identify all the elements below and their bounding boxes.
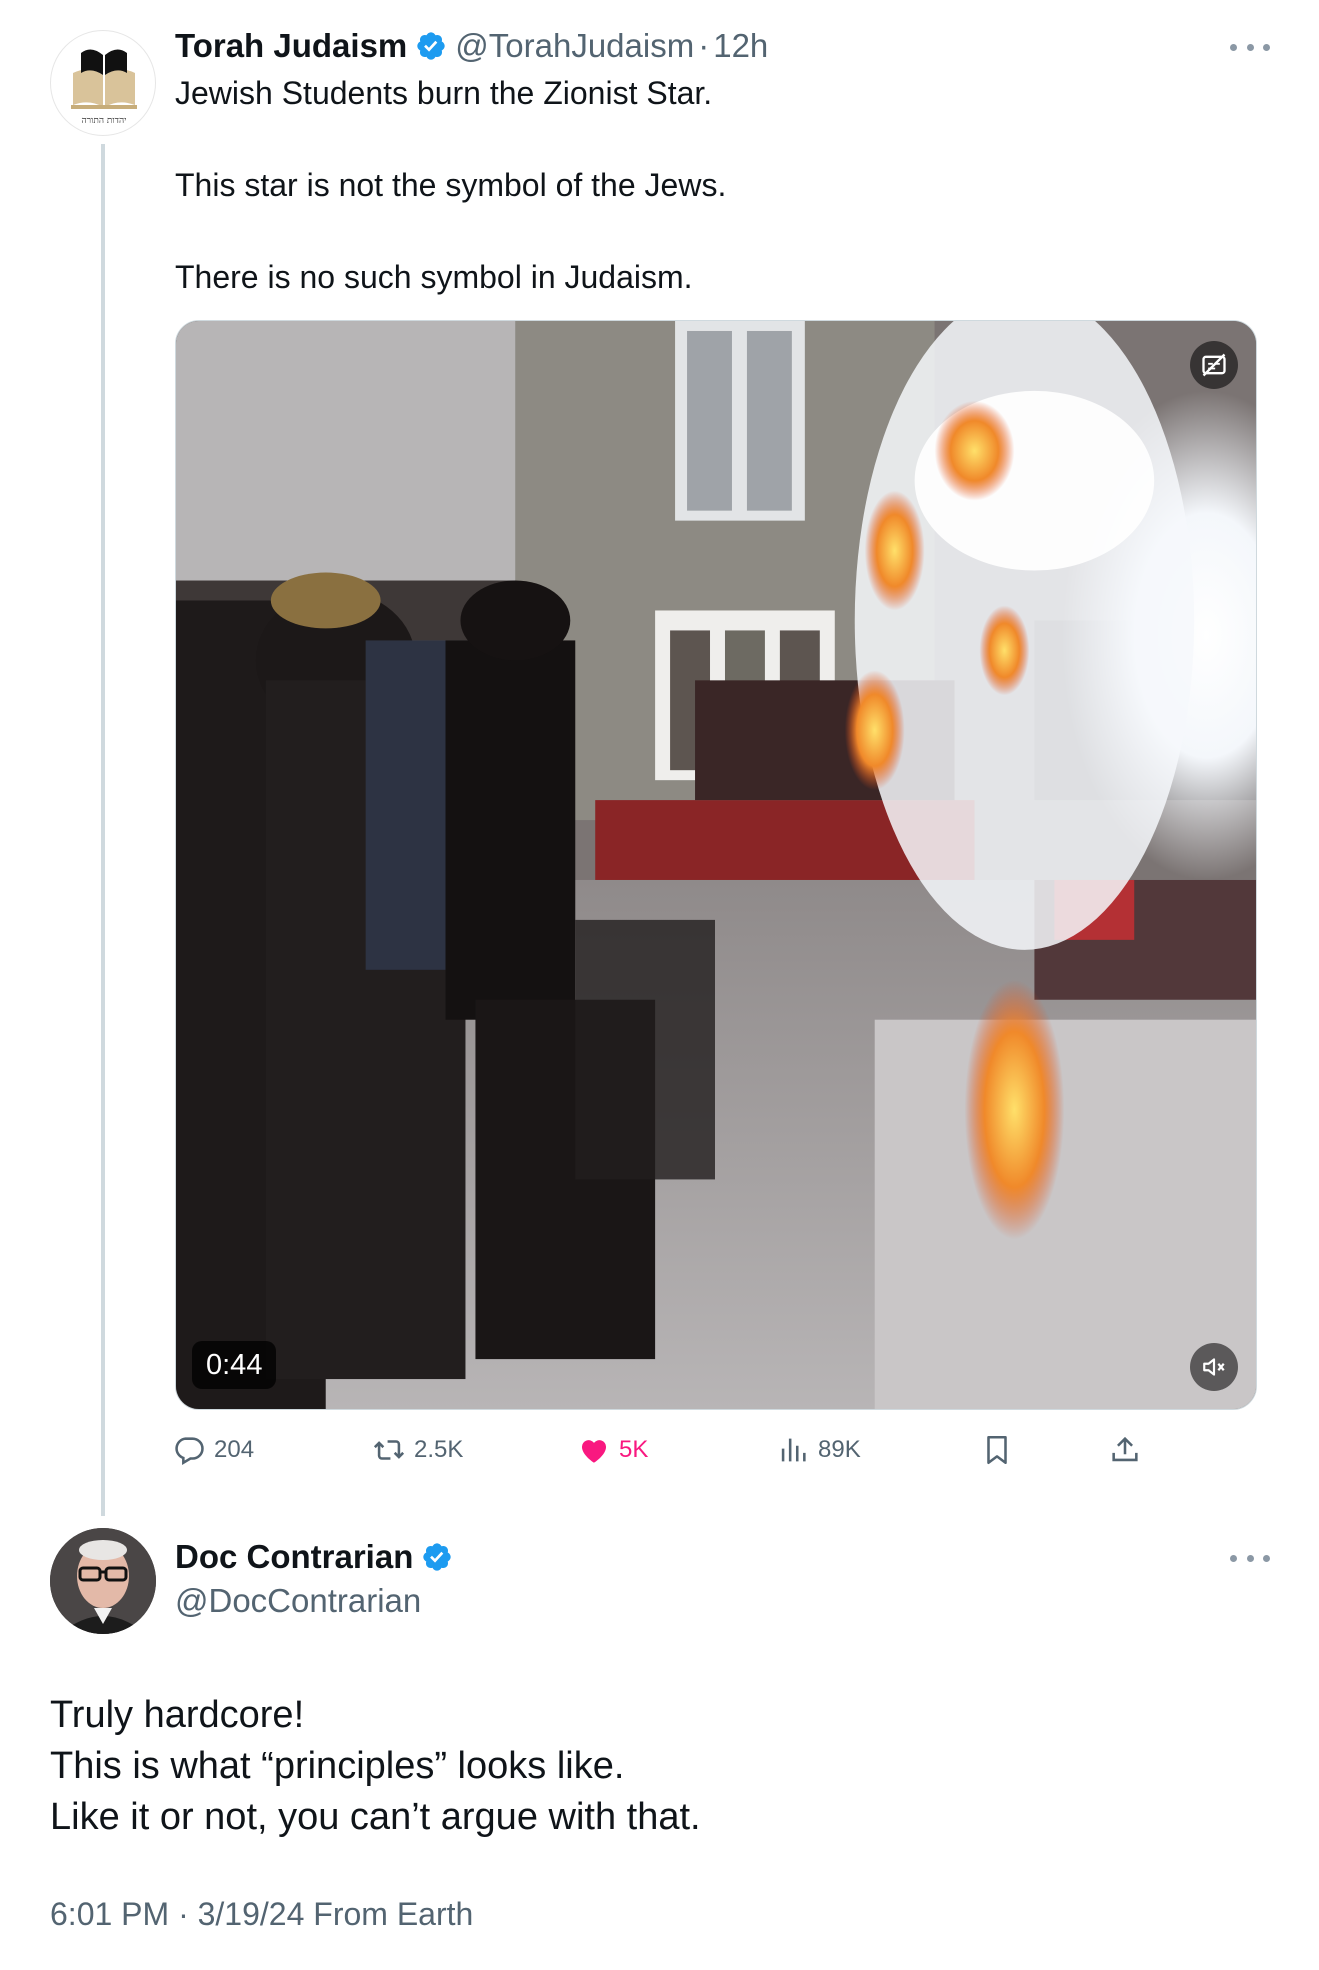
tweet-actions: 204 2.5K 5K 89K [172, 1428, 1172, 1472]
views-chart-icon [781, 1438, 806, 1462]
verified-badge-icon [417, 32, 445, 60]
heart-filled-icon [581, 1440, 607, 1463]
post-meta: 6:01 PM · 3/19/24 From Earth [50, 1896, 474, 1932]
mute-button[interactable] [1190, 1343, 1238, 1391]
author-name[interactable]: Doc Contrarian [175, 1538, 413, 1576]
author-name[interactable]: Torah Judaism [175, 27, 407, 65]
captions-off-icon [1202, 353, 1226, 377]
verified-badge-icon [423, 1543, 452, 1571]
timestamp[interactable]: 12h [713, 27, 768, 65]
author-handle[interactable]: @TorahJudaism [455, 27, 694, 65]
repost-button[interactable]: 2.5K [372, 1428, 463, 1472]
repost-count: 2.5K [414, 1436, 464, 1463]
bookmark-button[interactable] [980, 1428, 1022, 1472]
reply-header: Doc Contrarian [175, 1538, 461, 1576]
tweet-text: Jewish Students burn the Zionist Star. T… [175, 70, 1255, 300]
views-button[interactable]: 89K [776, 1428, 861, 1472]
reply-text-line: Truly hardcore! [50, 1694, 305, 1736]
avatar[interactable] [50, 1528, 156, 1634]
tweet-header: Torah Judaism @TorahJudaism · 12h [175, 22, 768, 70]
tweet-text-line: This star is not the symbol of the Jews. [175, 167, 727, 203]
like-count: 5K [619, 1436, 649, 1463]
avatar-caption: יהדות התורה [81, 116, 127, 126]
more-options-icon[interactable] [1230, 37, 1270, 57]
profile-photo [50, 1528, 156, 1634]
reply-text-line: This is what “principles” looks like. [50, 1745, 625, 1787]
reply-text-line: Like it or not, you can’t argue with tha… [50, 1796, 701, 1838]
views-count: 89K [818, 1436, 861, 1463]
captions-button[interactable] [1190, 341, 1238, 389]
video-duration: 0:44 [192, 1341, 277, 1389]
more-options-icon[interactable] [1230, 1548, 1270, 1568]
like-button[interactable]: 5K [577, 1428, 648, 1472]
video-frame [176, 321, 1256, 1409]
share-button[interactable] [1108, 1428, 1150, 1472]
thread-connector [101, 144, 105, 1516]
tweet-torah-judaism[interactable]: יהדות התורה Torah Judaism @TorahJudaism … [0, 0, 1319, 1516]
separator-dot: · [698, 27, 710, 64]
reply-icon [175, 1437, 204, 1466]
video-player[interactable]: 0:44 [175, 320, 1257, 1410]
avatar[interactable]: יהדות התורה [50, 30, 156, 136]
reply-text: Truly hardcore! This is what “principles… [50, 1690, 1250, 1843]
reply-button[interactable]: 204 [172, 1428, 254, 1472]
repost-icon [373, 1440, 405, 1460]
tweet-text-line: There is no such symbol in Judaism. [175, 259, 693, 295]
tweet-text-line: Jewish Students burn the Zionist Star. [175, 75, 713, 111]
share-icon [1112, 1436, 1138, 1462]
reply-count: 204 [214, 1436, 255, 1463]
bookmark-icon [987, 1435, 1007, 1465]
author-handle[interactable]: @DocContrarian [175, 1582, 421, 1620]
volume-muted-icon [1203, 1358, 1225, 1376]
